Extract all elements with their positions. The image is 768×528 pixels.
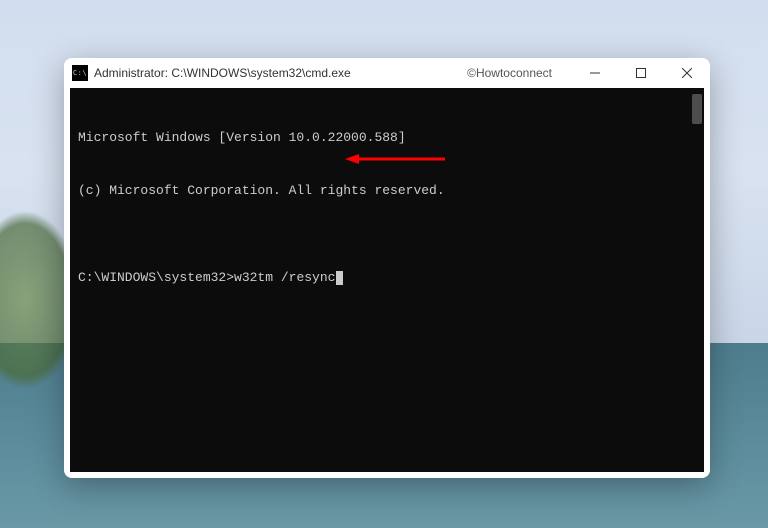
terminal-scrollbar[interactable] (692, 94, 702, 124)
titlebar[interactable]: C:\ Administrator: C:\WINDOWS\system32\c… (64, 58, 710, 88)
terminal-line: (c) Microsoft Corporation. All rights re… (78, 182, 696, 200)
terminal-body[interactable]: Microsoft Windows [Version 10.0.22000.58… (70, 88, 704, 472)
window-controls (572, 58, 710, 88)
close-icon (682, 68, 692, 78)
watermark-text: ©Howtoconnect (467, 66, 552, 80)
cmd-window: C:\ Administrator: C:\WINDOWS\system32\c… (64, 58, 710, 478)
window-title: Administrator: C:\WINDOWS\system32\cmd.e… (94, 66, 351, 80)
typed-command: w32tm /resync (234, 270, 335, 285)
maximize-icon (636, 68, 646, 78)
minimize-icon (590, 68, 600, 78)
cursor (336, 271, 343, 285)
cmd-icon: C:\ (72, 65, 88, 81)
maximize-button[interactable] (618, 58, 664, 88)
close-button[interactable] (664, 58, 710, 88)
prompt: C:\WINDOWS\system32> (78, 270, 234, 285)
terminal-prompt-line: C:\WINDOWS\system32>w32tm /resync (78, 269, 696, 287)
minimize-button[interactable] (572, 58, 618, 88)
terminal-line: Microsoft Windows [Version 10.0.22000.58… (78, 129, 696, 147)
